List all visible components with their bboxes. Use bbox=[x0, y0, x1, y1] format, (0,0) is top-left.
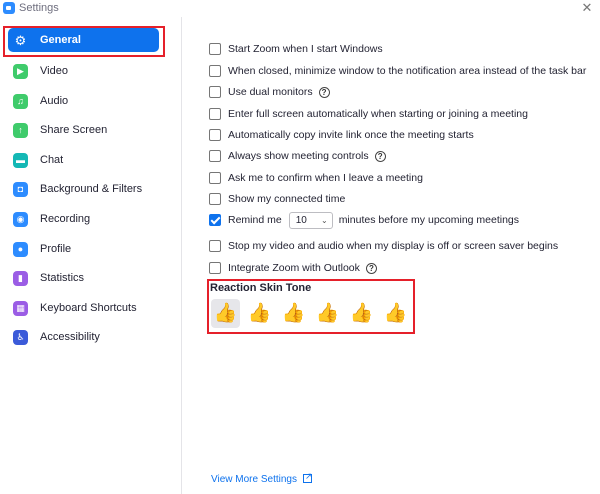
skin-tone-row: 👍 👍 👍 👍 👍 👍 bbox=[211, 299, 415, 330]
chat-icon: ▬ bbox=[13, 152, 28, 168]
option-6[interactable]: Always show meeting controls? bbox=[209, 148, 386, 164]
option-label: Always show meeting controls bbox=[228, 150, 369, 162]
headphones-icon: ♫ bbox=[13, 93, 28, 109]
sidebar-item-label: Profile bbox=[40, 243, 72, 255]
sidebar-item-label: Chat bbox=[40, 154, 64, 166]
sidebar-item-label: Keyboard Shortcuts bbox=[40, 302, 137, 314]
skin-tone-6-thumbs-up-icon[interactable]: 👍 bbox=[381, 299, 410, 328]
accessibility-icon: ♿ bbox=[13, 329, 28, 345]
keyboard-icon: ▦ bbox=[13, 300, 28, 316]
zoom-app-icon bbox=[3, 2, 15, 14]
skin-tone-5-thumbs-up-icon[interactable]: 👍 bbox=[347, 299, 376, 328]
remind-me-option[interactable]: Remind me 10 ⌄ minutes before my upcoming m… bbox=[209, 211, 520, 229]
sidebar-item-label: Accessibility bbox=[40, 331, 100, 343]
option-5[interactable]: Automatically copy invite link once the … bbox=[209, 127, 474, 143]
statistics-icon: ▮ bbox=[13, 270, 28, 286]
skin-tone-3-thumbs-up-icon[interactable]: 👍 bbox=[279, 299, 308, 328]
help-icon[interactable]: ? bbox=[374, 150, 386, 162]
profile-icon: ● bbox=[13, 241, 28, 257]
gear-icon: ⚙ bbox=[14, 32, 27, 48]
sidebar-item-share-screen[interactable]: ↑ Share Screen bbox=[8, 118, 159, 142]
checkbox[interactable] bbox=[209, 129, 221, 141]
sidebar-item-label: General bbox=[40, 34, 81, 46]
sidebar-item-keyboard-shortcuts[interactable]: ▦ Keyboard Shortcuts bbox=[8, 296, 159, 320]
checkbox[interactable] bbox=[209, 193, 221, 205]
option-label: Ask me to confirm when I leave a meeting bbox=[228, 172, 423, 184]
sidebar-item-label: Background & Filters bbox=[40, 183, 143, 195]
option-11[interactable]: Integrate Zoom with Outlook? bbox=[209, 260, 377, 276]
option-4[interactable]: Enter full screen automatically when sta… bbox=[209, 106, 528, 122]
option-label: Start Zoom when I start Windows bbox=[228, 43, 383, 55]
sidebar-item-label: Recording bbox=[40, 213, 91, 225]
sidebar-item-video[interactable]: ▶ Video bbox=[8, 59, 159, 83]
option-3[interactable]: Use dual monitors? bbox=[209, 84, 330, 100]
remind-label-after: minutes before my upcoming meetings bbox=[338, 214, 520, 226]
checkbox[interactable] bbox=[209, 43, 221, 55]
view-more-settings-label: View More Settings bbox=[211, 474, 297, 485]
help-icon[interactable]: ? bbox=[318, 86, 330, 98]
view-more-settings-link[interactable]: View More Settings bbox=[211, 471, 313, 485]
window-title: Settings bbox=[19, 2, 59, 14]
checkbox[interactable] bbox=[209, 65, 221, 77]
option-label: Automatically copy invite link once the … bbox=[228, 129, 474, 141]
checkbox[interactable] bbox=[209, 240, 221, 252]
option-label: Enter full screen automatically when sta… bbox=[228, 108, 528, 120]
remind-label-before: Remind me bbox=[228, 214, 282, 226]
sidebar-item-audio[interactable]: ♫ Audio bbox=[8, 89, 159, 113]
skin-tone-4-thumbs-up-icon[interactable]: 👍 bbox=[313, 299, 342, 328]
sidebar-item-statistics[interactable]: ▮ Statistics bbox=[8, 266, 159, 290]
checkbox[interactable] bbox=[209, 150, 221, 162]
skin-tone-2-thumbs-up-icon[interactable]: 👍 bbox=[245, 299, 274, 328]
checkbox[interactable] bbox=[209, 262, 221, 274]
sidebar-item-label: Audio bbox=[40, 95, 69, 107]
option-1[interactable]: Start Zoom when I start Windows bbox=[209, 41, 383, 57]
option-label: Use dual monitors bbox=[228, 86, 313, 98]
option-label: Stop my video and audio when my display … bbox=[228, 240, 559, 252]
option-label: Integrate Zoom with Outlook bbox=[228, 262, 360, 274]
sidebar-item-label: Statistics bbox=[40, 272, 85, 284]
skin-tone-title: Reaction Skin Tone bbox=[210, 282, 312, 294]
option-8[interactable]: Show my connected time bbox=[209, 191, 345, 207]
sidebar-item-recording[interactable]: ◉ Recording bbox=[8, 207, 159, 231]
general-settings-panel: Reaction Skin Tone 👍 👍 👍 👍 👍 👍 View More Sett… bbox=[183, 17, 600, 494]
sidebar-item-background-filters[interactable]: ◘ Background & Filters bbox=[8, 177, 159, 201]
checkbox[interactable] bbox=[209, 108, 221, 120]
close-button[interactable]: ✕ bbox=[580, 0, 594, 16]
option-7[interactable]: Ask me to confirm when I leave a meeting bbox=[209, 170, 423, 186]
sidebar-item-chat[interactable]: ▬ Chat bbox=[8, 148, 159, 172]
option-label: Show my connected time bbox=[228, 193, 346, 205]
help-icon[interactable]: ? bbox=[365, 262, 377, 274]
share-screen-icon: ↑ bbox=[13, 122, 28, 138]
skin-tone-1-thumbs-up-icon[interactable]: 👍 bbox=[211, 299, 240, 328]
background-icon: ◘ bbox=[13, 181, 28, 197]
option-label: When closed, minimize window to the noti… bbox=[228, 65, 587, 77]
video-icon: ▶ bbox=[13, 63, 28, 79]
sidebar-item-profile[interactable]: ● Profile bbox=[8, 237, 159, 261]
remind-minutes-value: 10 bbox=[295, 214, 307, 226]
chevron-down-icon: ⌄ bbox=[320, 215, 328, 225]
checkbox[interactable] bbox=[209, 86, 221, 98]
remind-minutes-select[interactable]: 10 ⌄ bbox=[288, 211, 333, 229]
sidebar-item-label: Share Screen bbox=[40, 124, 108, 136]
checkbox[interactable] bbox=[209, 172, 221, 184]
option-10[interactable]: Stop my video and audio when my display … bbox=[209, 238, 558, 254]
sidebar: ⚙ General ▶ Video ♫ Audio ↑ Share Screen ▬ Chat ◘ B… bbox=[0, 17, 182, 494]
title-bar: Settings ✕ bbox=[0, 0, 600, 17]
option-2[interactable]: When closed, minimize window to the noti… bbox=[209, 63, 586, 79]
sidebar-item-label: Video bbox=[40, 65, 68, 77]
remind-checkbox[interactable] bbox=[209, 214, 221, 226]
sidebar-item-accessibility[interactable]: ♿ Accessibility bbox=[8, 325, 159, 349]
sidebar-item-general[interactable]: ⚙ General bbox=[8, 28, 159, 52]
external-link-icon bbox=[302, 471, 313, 483]
recording-icon: ◉ bbox=[13, 211, 28, 227]
